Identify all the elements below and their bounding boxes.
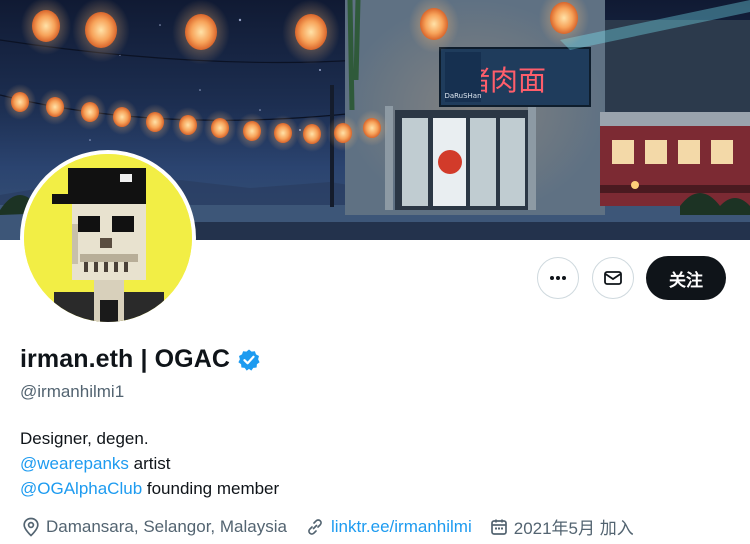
location-text: Damansara, Selangor, Malaysia — [46, 516, 287, 536]
location-pin-icon — [23, 517, 39, 537]
lantern — [363, 118, 381, 138]
more-options-button[interactable] — [537, 257, 579, 299]
message-button[interactable] — [592, 257, 634, 299]
lantern — [274, 123, 292, 143]
more-dots-icon — [550, 276, 566, 280]
lantern — [420, 8, 448, 40]
website-item: linktr.ee/irmanhilmi — [305, 517, 472, 537]
profile-name-row: irman.eth | OGAC — [20, 345, 261, 374]
joined-item: 2021年5月 加入 — [490, 514, 634, 539]
mention-link-ogalphaclub[interactable]: @OGAlphaClub — [20, 479, 142, 498]
lantern — [32, 10, 60, 42]
lantern — [334, 123, 352, 143]
lantern — [185, 14, 217, 50]
lantern — [243, 121, 261, 141]
lantern — [303, 124, 321, 144]
bio-text-artist: artist — [128, 454, 171, 473]
pixel-skull-avatar — [24, 154, 192, 322]
lantern — [295, 14, 327, 50]
follow-button[interactable]: 关注 — [646, 256, 726, 300]
location-item: Damansara, Selangor, Malaysia — [22, 517, 287, 537]
lantern — [550, 2, 578, 34]
website-link[interactable]: linktr.ee/irmanhilmi — [331, 517, 472, 537]
avatar-image — [24, 154, 192, 322]
calendar-icon — [490, 519, 507, 535]
link-icon — [308, 518, 322, 535]
bio-line-2: @wearepanks artist — [20, 451, 279, 476]
verified-badge-icon[interactable] — [237, 348, 261, 372]
lantern — [113, 107, 131, 127]
lantern — [146, 112, 164, 132]
mention-link-wearepanks[interactable]: @wearepanks — [20, 454, 129, 473]
lantern — [211, 118, 229, 138]
lantern — [179, 115, 197, 135]
profile-bio: Designer, degen. @wearepanks artist @OGA… — [20, 426, 279, 501]
display-name: irman.eth | OGAC — [20, 345, 231, 373]
profile-meta-row: Damansara, Selangor, Malaysia linktr.ee/… — [22, 514, 652, 539]
profile-handle: @irmanhilmi1 — [20, 382, 125, 401]
lantern — [46, 97, 64, 117]
lantern — [11, 92, 29, 112]
bio-line-3: @OGAlphaClub founding member — [20, 476, 279, 501]
lantern — [85, 12, 117, 48]
mail-icon — [604, 271, 622, 285]
small-sign-text: DaRuSHan — [444, 92, 481, 100]
joined-date: 2021年5月 加入 — [513, 519, 634, 538]
lantern — [81, 102, 99, 122]
profile-avatar[interactable] — [20, 150, 196, 326]
bio-text-founding-member: founding member — [142, 479, 280, 498]
bio-line-1: Designer, degen. — [20, 429, 149, 448]
